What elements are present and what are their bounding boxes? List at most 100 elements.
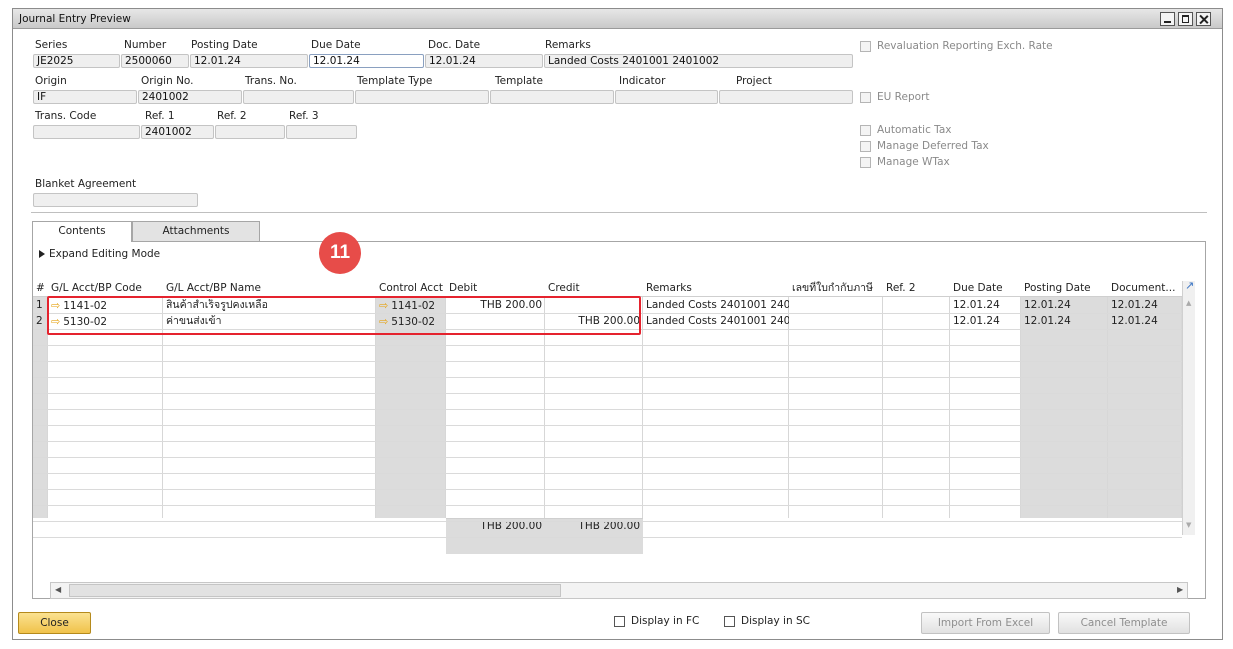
scroll-down-icon[interactable]: ▼ xyxy=(1186,521,1191,529)
checkbox-icon xyxy=(860,140,871,152)
scroll-up-icon[interactable]: ▲ xyxy=(1186,299,1191,307)
col-header-credit[interactable]: Credit xyxy=(545,281,643,297)
tab-contents[interactable]: Contents xyxy=(32,221,132,242)
grid-row-line xyxy=(33,473,1182,474)
col-header-tax-invoice[interactable]: เลขที่ใบกำกับภาษี xyxy=(789,281,883,297)
checkbox-icon xyxy=(860,40,871,52)
ref3-field[interactable] xyxy=(286,125,357,139)
cancel-template-button[interactable]: Cancel Template xyxy=(1058,612,1190,634)
number-field[interactable]: 2500060 xyxy=(121,54,189,68)
col-header-control[interactable]: Control Acct xyxy=(376,281,446,297)
posting-date-field[interactable]: 12.01.24 xyxy=(190,54,308,68)
grid-row-line xyxy=(33,361,1182,362)
row1-remarks[interactable]: Landed Costs 2401001 2401 xyxy=(643,299,789,313)
manage-deferred-tax-label: Manage Deferred Tax xyxy=(877,140,989,152)
checkbox-icon xyxy=(724,615,735,627)
origin-field[interactable]: IF xyxy=(33,90,137,104)
row1-due-date[interactable]: 12.01.24 xyxy=(950,299,1021,313)
checkbox-icon xyxy=(860,91,871,103)
remarks-field[interactable]: Landed Costs 2401001 2401002 xyxy=(544,54,853,68)
col-header-document[interactable]: Document... xyxy=(1108,281,1182,297)
grid-row-line xyxy=(33,457,1182,458)
col-header-name[interactable]: G/L Acct/BP Name xyxy=(163,281,376,297)
grid-row-line xyxy=(33,377,1182,378)
project-field[interactable] xyxy=(719,90,853,104)
series-field[interactable]: JE2025 xyxy=(33,54,120,68)
due-date-label: Due Date xyxy=(311,39,361,51)
checkbox-icon xyxy=(860,156,871,168)
template-field[interactable] xyxy=(490,90,614,104)
origin-no-field[interactable]: 2401002 xyxy=(138,90,242,104)
expand-editing-mode[interactable]: Expand Editing Mode xyxy=(39,248,160,260)
doc-date-field[interactable]: 12.01.24 xyxy=(425,54,543,68)
screenshot-frame: Journal Entry Preview Series Number Post… xyxy=(0,0,1233,649)
trans-code-field[interactable] xyxy=(33,125,140,139)
maximize-icon[interactable] xyxy=(1178,12,1193,26)
total-credit: THB 200.00 xyxy=(578,520,640,532)
doc-date-label: Doc. Date xyxy=(428,39,481,51)
display-sc-checkbox[interactable]: Display in SC xyxy=(724,615,810,627)
manage-wtax-label: Manage WTax xyxy=(877,156,950,168)
close-button[interactable]: Close xyxy=(18,612,91,634)
horizontal-scrollbar[interactable]: ◀ ▶ xyxy=(50,582,1188,599)
origin-no-label: Origin No. xyxy=(141,75,194,87)
contents-panel: Expand Editing Mode # G/L Acct/BP Code G… xyxy=(32,241,1206,599)
scroll-thumb[interactable] xyxy=(69,584,561,597)
eu-report-checkbox[interactable]: EU Report xyxy=(860,91,929,103)
col-header-rownum[interactable]: # xyxy=(33,281,48,297)
grid-row-line xyxy=(33,345,1182,346)
trans-no-field[interactable] xyxy=(243,90,354,104)
checkbox-icon xyxy=(614,615,625,627)
remarks-label: Remarks xyxy=(545,39,591,51)
trans-no-label: Trans. No. xyxy=(245,75,297,87)
vertical-scrollbar[interactable]: ↗ ▲ ▼ xyxy=(1182,279,1195,535)
column-settings-icon[interactable]: ↗ xyxy=(1185,279,1194,292)
automatic-tax-checkbox[interactable]: Automatic Tax xyxy=(860,124,952,136)
row2-ref2[interactable] xyxy=(883,315,950,329)
row1-ref2[interactable] xyxy=(883,299,950,313)
display-fc-label: Display in FC xyxy=(631,615,700,627)
row2-due-date[interactable]: 12.01.24 xyxy=(950,315,1021,329)
ref2-label: Ref. 2 xyxy=(217,110,247,122)
grid-row-line xyxy=(33,409,1182,410)
manage-deferred-tax-checkbox[interactable]: Manage Deferred Tax xyxy=(860,140,989,152)
grid-row-line xyxy=(33,425,1182,426)
scroll-right-icon[interactable]: ▶ xyxy=(1177,585,1183,594)
row1-number: 1 xyxy=(36,299,43,311)
ref3-label: Ref. 3 xyxy=(289,110,319,122)
step-badge: 11 xyxy=(319,232,361,274)
total-debit: THB 200.00 xyxy=(480,520,542,532)
scroll-left-icon[interactable]: ◀ xyxy=(55,585,61,594)
minimize-icon[interactable] xyxy=(1160,12,1175,26)
separator xyxy=(31,212,1207,213)
col-header-code[interactable]: G/L Acct/BP Code xyxy=(48,281,163,297)
import-from-excel-button[interactable]: Import From Excel xyxy=(921,612,1050,634)
row2-tax-invoice[interactable] xyxy=(789,315,883,329)
template-type-field[interactable] xyxy=(355,90,489,104)
ref1-field[interactable]: 2401002 xyxy=(141,125,214,139)
grid-row-line xyxy=(33,521,1182,522)
blanket-agreement-label: Blanket Agreement xyxy=(35,178,137,190)
row1-tax-invoice[interactable] xyxy=(789,299,883,313)
due-date-field[interactable]: 12.01.24 xyxy=(309,54,424,68)
col-header-due-date[interactable]: Due Date xyxy=(950,281,1021,297)
project-label: Project xyxy=(736,75,772,87)
col-header-posting-date[interactable]: Posting Date xyxy=(1021,281,1108,297)
posting-date-label: Posting Date xyxy=(191,39,258,51)
indicator-label: Indicator xyxy=(619,75,666,87)
col-header-remarks[interactable]: Remarks xyxy=(643,281,789,297)
manage-wtax-checkbox[interactable]: Manage WTax xyxy=(860,156,950,168)
grid-row-line xyxy=(33,441,1182,442)
row2-remarks[interactable]: Landed Costs 2401001 2401 xyxy=(643,315,789,329)
col-header-ref2[interactable]: Ref. 2 xyxy=(883,281,950,297)
revaluation-checkbox[interactable]: Revaluation Reporting Exch. Rate xyxy=(860,40,1053,52)
indicator-field[interactable] xyxy=(615,90,718,104)
expand-editing-mode-label: Expand Editing Mode xyxy=(49,248,161,260)
ref2-field[interactable] xyxy=(215,125,285,139)
close-window-icon[interactable] xyxy=(1196,12,1211,26)
blanket-agreement-field[interactable] xyxy=(33,193,198,207)
row2-posting-date: 12.01.24 xyxy=(1024,315,1071,327)
tab-attachments[interactable]: Attachments xyxy=(132,221,260,241)
col-header-debit[interactable]: Debit xyxy=(446,281,545,297)
display-fc-checkbox[interactable]: Display in FC xyxy=(614,615,699,627)
